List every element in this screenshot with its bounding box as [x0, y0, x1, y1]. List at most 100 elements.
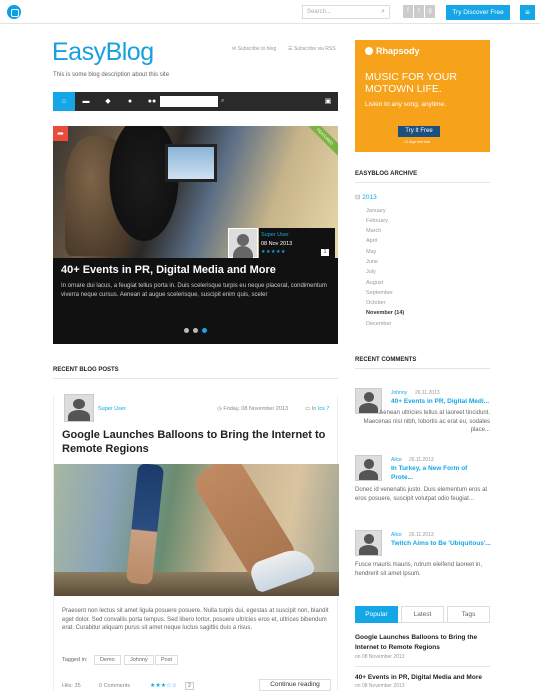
recent-posts-heading: RECENT BLOG POSTS	[53, 367, 119, 373]
tag-icon[interactable]: ◆	[97, 92, 119, 111]
top-bar: Search... ⌕ f t g Try Discover Free ≡	[0, 0, 540, 24]
divider	[355, 666, 490, 667]
slider-dot-2[interactable]	[193, 328, 198, 333]
hamburger-icon[interactable]: ≡	[520, 5, 535, 20]
post-title[interactable]: Google Launches Balloons to Bring the In…	[62, 429, 332, 456]
home-icon[interactable]: ⌂	[53, 92, 75, 111]
archive-month[interactable]: November (14)	[366, 310, 404, 316]
slider-dot-3[interactable]	[202, 328, 207, 333]
hero-rating-count: 1	[321, 249, 329, 256]
archive-month[interactable]: October	[366, 300, 386, 306]
tag-post[interactable]: Post	[155, 655, 179, 665]
archive-month[interactable]: January	[366, 208, 386, 214]
archive-month[interactable]: August	[366, 280, 383, 286]
tags-label: Tagged in:	[62, 657, 88, 663]
comment-text: Aenean ultricies tellus at laoreet tinci…	[363, 410, 490, 434]
archive-month[interactable]: July	[366, 269, 376, 275]
post-rating-count: 2	[185, 682, 194, 690]
top-search-input[interactable]: Search... ⌕	[302, 5, 390, 19]
try-discover-button[interactable]: Try Discover Free	[446, 5, 510, 20]
ad-headline: MUSIC FOR YOUR MOTOWN LIFE.	[365, 71, 457, 95]
hero-author-name[interactable]: Super User	[261, 232, 289, 238]
hero-rating-stars[interactable]: ★★★★★	[261, 249, 286, 255]
tab-popular[interactable]: Popular	[355, 606, 398, 623]
comment-date: 26.11.2013	[409, 457, 434, 463]
subscribe-rss-label: Subscribe via RSS	[293, 46, 336, 52]
slider-dot-1[interactable]	[184, 328, 189, 333]
blog-post-card: Super User ◷ Friday, 08 November 2013 ▭ …	[53, 394, 339, 691]
post-author[interactable]: Super User	[98, 406, 126, 412]
comment-date: 26.11.2013	[409, 532, 434, 538]
post-comments-link[interactable]: 0 Comments	[99, 683, 130, 689]
recent-comments-heading: RECENT COMMENTS	[355, 357, 417, 363]
search-icon[interactable]: ⌕	[381, 8, 385, 15]
post-image[interactable]	[54, 464, 339, 596]
comment-text: Fusce mauris mauris, rutrum eleifend lao…	[355, 562, 483, 577]
facebook-icon[interactable]: f	[403, 5, 413, 18]
subscribe-blog-label: Subscribe to blog	[237, 46, 277, 52]
archive-month[interactable]: March	[366, 228, 381, 234]
comment-author[interactable]: Alice	[391, 457, 402, 463]
search-icon[interactable]: ⌕	[221, 96, 230, 107]
archive-month[interactable]: June	[366, 259, 378, 265]
popular-post-title[interactable]: Google Launches Balloons to Bring the In…	[355, 633, 490, 652]
tag-johnny[interactable]: Johnny	[124, 655, 154, 665]
lock-icon[interactable]: ▣	[321, 92, 335, 111]
hero-title[interactable]: 40+ Events in PR, Digital Media and More	[61, 264, 276, 276]
user-icon[interactable]: ●	[119, 92, 141, 111]
folder-icon: ▭	[305, 406, 312, 412]
blog-toolbar: ⌂ ▬ ◆ ● ●● ⌕ ▣	[53, 92, 338, 111]
ad-subline: Listen to any song, anytime.	[365, 101, 446, 108]
google-plus-icon[interactable]: g	[425, 5, 435, 18]
divider	[53, 378, 338, 379]
subscribe-rss-link[interactable]: ☰ Subscribe via RSS	[288, 46, 336, 52]
nav-search-input[interactable]	[160, 96, 218, 107]
archive-heading: EASYBLOG ARCHIVE	[355, 171, 418, 177]
archive-year[interactable]: ⊟ 2013	[355, 193, 377, 201]
twitter-icon[interactable]: t	[414, 5, 424, 18]
archive-month[interactable]: February	[366, 218, 388, 224]
archive-month[interactable]: December	[366, 321, 391, 327]
comment-text: Donec id venenatis justo. Duis elementum…	[355, 487, 488, 502]
archive-month[interactable]: April	[366, 238, 377, 244]
divider	[355, 182, 490, 183]
divider	[355, 368, 490, 369]
tab-tags[interactable]: Tags	[447, 606, 490, 623]
comment-author[interactable]: Alice	[391, 532, 402, 538]
post-category: ▭ In Ics 7	[305, 406, 329, 412]
archive-month[interactable]: May	[366, 249, 376, 255]
folder-icon[interactable]: ▬	[75, 92, 97, 111]
commenter-avatar[interactable]	[355, 530, 382, 556]
top-search-placeholder: Search...	[307, 9, 332, 15]
comment-post-title[interactable]: In Turkey, a New Form of Prote...	[391, 465, 491, 482]
post-rating-stars[interactable]: ★★★☆☆	[150, 682, 177, 689]
ad-fine-print: 14 days free trial	[404, 140, 430, 144]
comment-post-title[interactable]: 40+ Events in PR, Digital Medi...	[391, 398, 491, 407]
hero-image-monitor	[165, 144, 217, 182]
tag-demo[interactable]: Demo	[94, 655, 121, 665]
site-description: This is some blog description about this…	[53, 72, 170, 78]
popular-post-date: on 08 November 2013	[355, 654, 405, 660]
rhapsody-ad-banner[interactable]: Rhapsody MUSIC FOR YOUR MOTOWN LIFE. Lis…	[355, 40, 490, 152]
post-author-avatar[interactable]	[64, 394, 94, 422]
site-title[interactable]: EasyBlog	[52, 38, 154, 67]
post-date: ◷ Friday, 08 November 2013	[217, 406, 288, 412]
commenter-avatar[interactable]	[355, 455, 382, 481]
popular-post-date: on 08 November 2013	[355, 683, 405, 689]
tab-latest[interactable]: Latest	[401, 606, 444, 623]
archive-month[interactable]: September	[366, 290, 393, 296]
author-avatar[interactable]	[228, 228, 258, 258]
continue-reading-button[interactable]: Continue reading	[259, 679, 331, 691]
popular-post-title[interactable]: 40+ Events in PR, Digital Media and More	[355, 673, 490, 683]
post-date-text: Friday, 08 November 2013	[223, 406, 289, 412]
brand-logo-icon[interactable]	[7, 5, 21, 19]
post-category-link[interactable]: Ics 7	[318, 406, 330, 412]
featured-slider[interactable]: ➦ FEATURED Super User 08 Nov 2013 ★★★★★ …	[53, 126, 338, 344]
hero-author-info: Super User 08 Nov 2013 ★★★★★ 1	[259, 228, 335, 258]
post-hits: Hits: 35	[62, 683, 81, 689]
comment-post-title[interactable]: Twitch Aims to Be 'Ubiquitous'...	[391, 540, 491, 549]
subscribe-blog-link[interactable]: ✉ Subscribe to blog	[232, 46, 276, 52]
comment-author[interactable]: Johnny	[391, 390, 407, 396]
ad-try-button[interactable]: Try It Free	[398, 126, 440, 137]
share-icon[interactable]: ➦	[53, 126, 68, 141]
